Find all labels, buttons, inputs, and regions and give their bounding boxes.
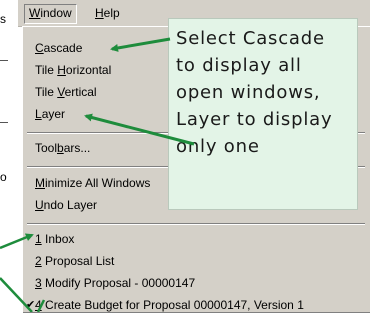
menu-item-window-3[interactable]: 3 Modify Proposal - 00000147 — [35, 274, 195, 292]
menu-item-tile-vertical[interactable]: Tile Vertical — [35, 83, 97, 101]
menu-item-label: ars... — [63, 141, 91, 155]
mnemonic: L — [35, 107, 42, 121]
menu-item-tile-horizontal[interactable]: Tile Horizontal — [35, 61, 111, 79]
menu-item-label: Tile — [35, 63, 58, 77]
menu-item-label: Tool — [35, 141, 58, 155]
mnemonic: 3 — [35, 276, 42, 290]
menu-label: indow — [40, 6, 72, 20]
menu-item-window-1[interactable]: 1 Inbox — [35, 230, 74, 248]
callout-line: only one — [176, 136, 260, 157]
menu-help[interactable]: Help — [90, 4, 125, 22]
callout-line: open windows, — [176, 82, 321, 103]
background-divider — [0, 122, 8, 123]
mnemonic: M — [35, 176, 45, 190]
menu-item-cascade[interactable]: Cascade — [35, 39, 82, 57]
mnemonic: W — [29, 6, 41, 20]
menu-item-label: Modify Proposal - 00000147 — [41, 276, 196, 290]
menu-item-label: ayer — [41, 107, 66, 121]
callout-line: Select Cascade — [176, 28, 325, 49]
menu-item-label: Tile — [35, 85, 58, 99]
menu-window[interactable]: Window — [24, 4, 77, 24]
mnemonic: H — [95, 6, 104, 20]
background-text-fragment: o — [0, 170, 7, 184]
menu-item-label: Create Budget for Proposal 00000147, Ver… — [41, 298, 304, 312]
mnemonic: C — [35, 41, 44, 55]
menu-item-label: orizontal — [65, 63, 112, 77]
menu-item-label: Inbox — [41, 232, 75, 246]
background-text-fragment: s — [0, 12, 6, 26]
menu-item-layer[interactable]: Layer — [35, 105, 65, 123]
menu-separator — [27, 223, 365, 225]
menu-item-undo-layer[interactable]: Undo Layer — [35, 196, 97, 214]
menu-item-label: Proposal List — [41, 254, 115, 268]
menu-item-label: ascade — [43, 41, 83, 55]
mnemonic: 2 — [35, 254, 42, 268]
mnemonic: H — [57, 63, 66, 77]
callout-line: Layer to display — [176, 109, 333, 130]
background-divider — [0, 60, 8, 61]
menu-item-label: inimize All Windows — [45, 176, 151, 190]
menu-item-minimize-all[interactable]: Minimize All Windows — [35, 174, 150, 192]
menu-item-window-4[interactable]: ✔ 4 Create Budget for Proposal 00000147, … — [26, 296, 304, 314]
menu-item-label: ndo Layer — [43, 198, 98, 212]
callout-line: to display all — [176, 55, 302, 76]
mnemonic: U — [35, 198, 44, 212]
checkmark-icon: ✔ — [26, 299, 36, 311]
menu-item-window-2[interactable]: 2 Proposal List — [35, 252, 114, 270]
annotation-callout: Select Cascade to display all open windo… — [168, 18, 358, 210]
menu-item-label: ertical — [64, 85, 97, 99]
mnemonic: b — [57, 141, 64, 155]
mnemonic: 1 — [35, 232, 42, 246]
menu-item-toolbars[interactable]: Toolbars... — [35, 139, 90, 157]
mnemonic: V — [57, 85, 65, 99]
menu-label: elp — [103, 6, 120, 20]
mnemonic: 4 — [35, 298, 42, 312]
